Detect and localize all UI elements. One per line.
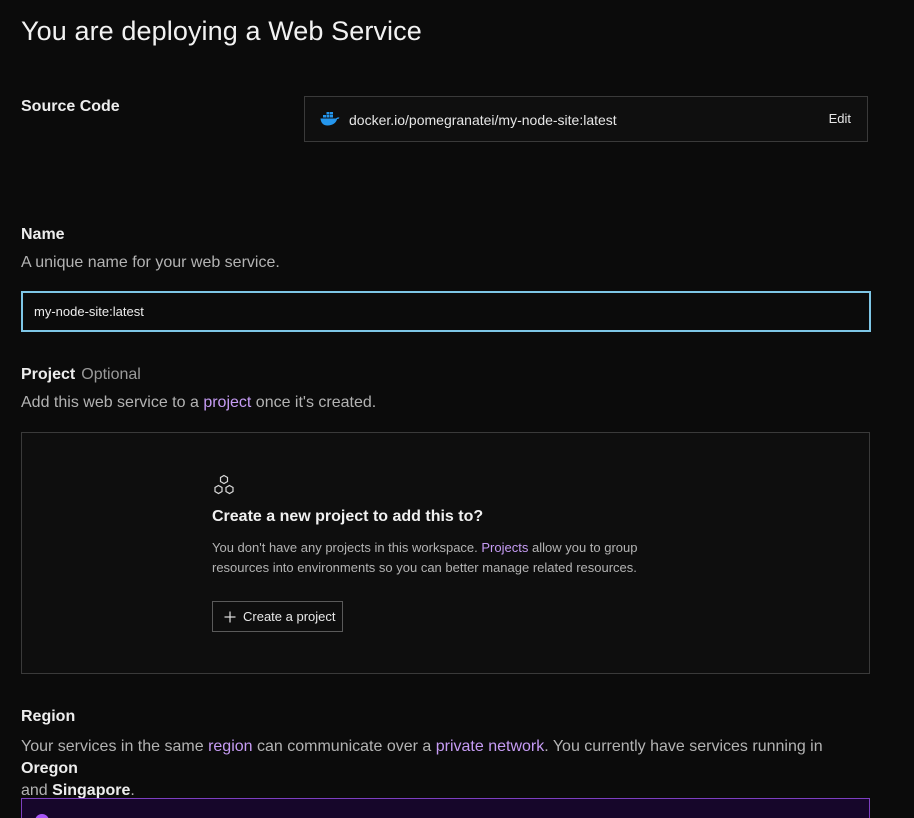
name-description: A unique name for your web service.: [21, 254, 280, 271]
region-link[interactable]: region: [208, 738, 252, 755]
optional-tag: Optional: [81, 366, 141, 383]
edit-source-button[interactable]: Edit: [829, 111, 851, 126]
empty-state-text: You don't have any projects in this work…: [212, 538, 672, 578]
empty-text-before: You don't have any projects in this work…: [212, 540, 482, 555]
region-desc-2: can communicate over a: [252, 738, 436, 755]
region-option-selected[interactable]: [21, 798, 870, 818]
project-desc-before: Add this web service to a: [21, 394, 204, 411]
region-singapore: Singapore: [52, 782, 131, 799]
region-desc-1: Your services in the same: [21, 738, 209, 755]
project-label: Project Optional: [21, 366, 141, 384]
radio-selected-icon: [35, 814, 49, 818]
service-name-input[interactable]: [21, 291, 871, 332]
region-desc-3: . You currently have services running in: [544, 738, 823, 755]
project-desc-after: once it's created.: [251, 394, 377, 411]
projects-hexagons-icon: [214, 474, 234, 495]
region-and: and: [21, 782, 53, 799]
deploy-web-service-page: You are deploying a Web Service Source C…: [0, 0, 914, 818]
docker-whale-icon: [320, 112, 340, 126]
create-project-label: Create a project: [243, 609, 336, 624]
region-oregon: Oregon: [21, 760, 78, 777]
plus-icon: [224, 611, 236, 623]
empty-state-title: Create a new project to add this to?: [212, 508, 484, 525]
create-project-button[interactable]: Create a project: [212, 601, 343, 632]
name-label: Name: [21, 226, 65, 243]
project-link[interactable]: project: [203, 394, 251, 411]
project-label-text: Project: [21, 366, 76, 383]
project-description: Add this web service to a project once i…: [21, 394, 376, 412]
project-empty-state: Create a new project to add this to? You…: [21, 432, 870, 674]
projects-link[interactable]: Projects: [481, 540, 528, 555]
region-label: Region: [21, 708, 76, 725]
region-period: .: [130, 782, 135, 799]
region-description: Your services in the same region can com…: [21, 736, 881, 802]
source-code-box: docker.io/pomegranatei/my-node-site:late…: [304, 96, 868, 142]
source-image-url: docker.io/pomegranatei/my-node-site:late…: [349, 112, 617, 128]
private-network-link[interactable]: private network: [436, 738, 545, 755]
source-code-label: Source Code: [21, 98, 120, 115]
page-title: You are deploying a Web Service: [21, 16, 422, 46]
